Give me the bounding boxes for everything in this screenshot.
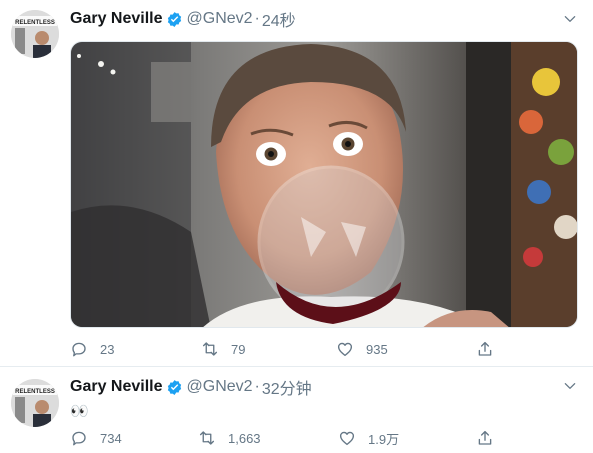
like-button[interactable]: 935	[336, 338, 388, 360]
tweet-actions: 23 79 935	[70, 338, 500, 360]
tweet-media-image[interactable]	[70, 41, 578, 328]
share-icon	[478, 430, 492, 445]
separator-dot: ·	[254, 378, 260, 395]
share-button[interactable]	[476, 338, 494, 360]
timestamp[interactable]: 32分钟	[262, 375, 312, 399]
avatar[interactable]: RELENTLESS	[11, 379, 59, 427]
share-icon	[478, 341, 492, 356]
tweet-text: 👀	[70, 403, 90, 420]
tweet-header: Gary Neville @GNev2 · 32分钟	[70, 375, 312, 399]
retweet-count: 79	[231, 341, 246, 357]
avatar[interactable]: RELENTLESS	[11, 10, 59, 58]
retweet-icon	[199, 431, 215, 445]
retweet-count: 1,663	[228, 430, 261, 446]
like-icon	[339, 431, 355, 446]
avatar-caption: RELENTLESS	[15, 20, 55, 26]
caret-down-icon[interactable]	[563, 379, 577, 393]
reply-count: 23	[100, 341, 115, 357]
like-count: 935	[366, 341, 388, 357]
tweet-actions: 734 1,663 1.9万	[70, 427, 500, 449]
share-button[interactable]	[476, 427, 494, 449]
reply-count: 734	[100, 430, 122, 446]
like-button[interactable]: 1.9万	[338, 427, 399, 449]
user-handle[interactable]: @GNev2	[187, 10, 253, 28]
tweet[interactable]: RELENTLESS Gary Neville @GNev2 · 32分钟 👀 …	[0, 367, 593, 453]
like-count: 1.9万	[368, 431, 400, 447]
retweet-icon	[202, 342, 218, 356]
reply-button[interactable]: 23	[70, 338, 114, 360]
retweet-button[interactable]: 79	[201, 338, 245, 360]
reply-button[interactable]: 734	[70, 427, 122, 449]
verified-badge-icon	[167, 379, 181, 395]
like-icon	[337, 342, 353, 357]
verified-badge-icon	[167, 11, 181, 27]
separator-dot: ·	[254, 10, 260, 27]
retweet-button[interactable]: 1,663	[198, 427, 261, 449]
tweet-header: Gary Neville @GNev2 · 24秒	[70, 7, 296, 31]
caret-down-icon[interactable]	[563, 12, 577, 26]
reply-icon	[72, 431, 86, 446]
reply-icon	[72, 342, 86, 357]
display-name[interactable]: Gary Neville	[70, 10, 163, 28]
tweet[interactable]: RELENTLESS Gary Neville @GNev2 · 24秒 23 …	[0, 0, 593, 366]
user-handle[interactable]: @GNev2	[187, 378, 253, 396]
timestamp[interactable]: 24秒	[262, 7, 296, 31]
avatar-caption: RELENTLESS	[15, 389, 55, 395]
display-name[interactable]: Gary Neville	[70, 378, 163, 396]
